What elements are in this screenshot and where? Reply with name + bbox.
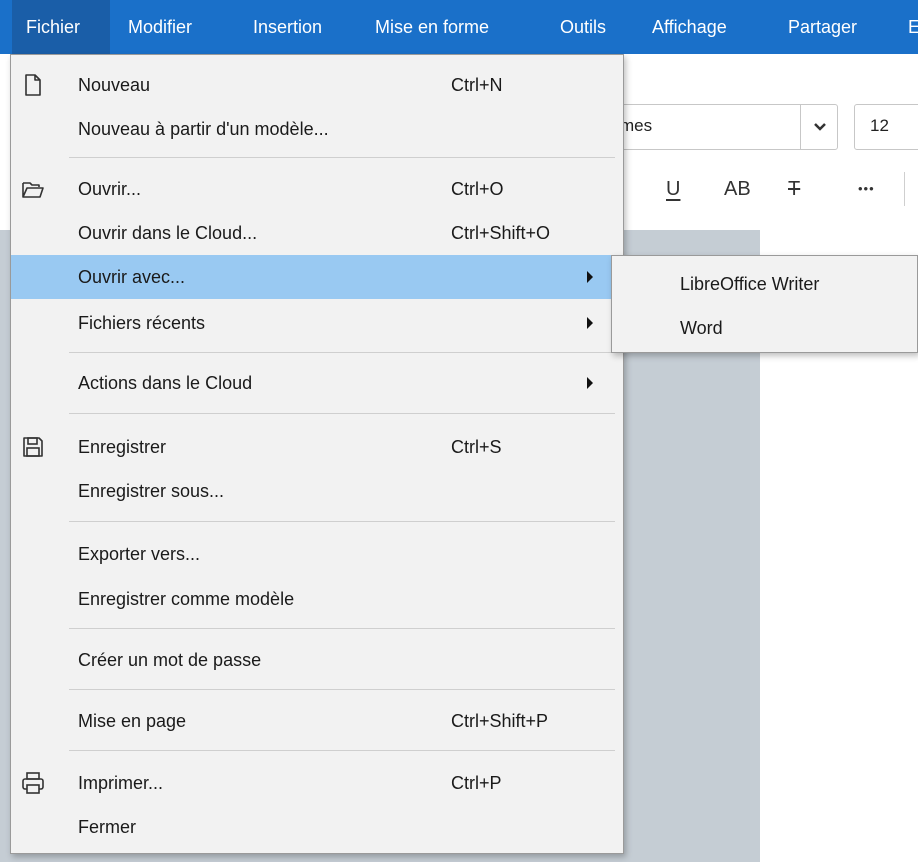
menu-item-enregistrer-modele[interactable]: Enregistrer comme modèle <box>11 577 623 621</box>
menu-item-enregistrer-sous[interactable]: Enregistrer sous... <box>11 469 623 513</box>
menu-item-mot-de-passe[interactable]: Créer un mot de passe <box>11 638 623 682</box>
file-menu-dropdown: Nouveau Ctrl+N Nouveau à partir d'un mod… <box>10 54 624 854</box>
menu-item-ouvrir[interactable]: Ouvrir... Ctrl+O <box>11 167 623 211</box>
open-with-submenu: LibreOffice Writer Word <box>611 255 918 353</box>
save-icon <box>23 437 43 457</box>
menu-item-shortcut: Ctrl+S <box>451 437 502 457</box>
menu-affichage[interactable]: Affichage <box>652 0 727 54</box>
menu-item-ouvrir-avec[interactable]: Ouvrir avec... <box>11 255 623 299</box>
menu-separator <box>69 157 615 158</box>
menu-item-mise-en-page[interactable]: Mise en page Ctrl+Shift+P <box>11 699 623 743</box>
printer-icon <box>22 772 44 794</box>
menu-truncated[interactable]: E <box>908 0 918 54</box>
strikethrough-button[interactable]: T <box>788 174 800 204</box>
menu-item-imprimer[interactable]: Imprimer... Ctrl+P <box>11 761 623 805</box>
menu-item-shortcut: Ctrl+P <box>451 773 502 793</box>
menu-separator <box>69 628 615 629</box>
submenu-arrow-icon <box>587 377 593 389</box>
menu-item-fermer[interactable]: Fermer <box>11 805 623 849</box>
menu-mise-en-forme[interactable]: Mise en forme <box>375 0 489 54</box>
menu-bar: Fichier Modifier Insertion Mise en forme… <box>0 0 918 54</box>
submenu-arrow-icon <box>587 271 593 283</box>
menu-item-label: Créer un mot de passe <box>78 650 262 670</box>
menu-item-nouveau-modele[interactable]: Nouveau à partir d'un modèle... <box>11 107 623 151</box>
menu-item-label: Fichiers récents <box>78 313 206 333</box>
menu-item-actions-cloud[interactable]: Actions dans le Cloud <box>11 361 623 405</box>
menu-item-fichiers-recents[interactable]: Fichiers récents <box>11 301 623 345</box>
menu-item-enregistrer[interactable]: Enregistrer Ctrl+S <box>11 425 623 469</box>
font-size-value: 12 <box>870 116 889 135</box>
menu-item-shortcut: Ctrl+O <box>451 179 504 199</box>
menu-item-ouvrir-cloud[interactable]: Ouvrir dans le Cloud... Ctrl+Shift+O <box>11 211 623 255</box>
menu-item-label: Fermer <box>78 817 136 837</box>
menu-item-label: Actions dans le Cloud <box>78 373 253 393</box>
chevron-down-icon[interactable] <box>800 104 838 150</box>
submenu-arrow-icon <box>587 317 593 329</box>
submenu-item-word[interactable]: Word <box>612 306 917 350</box>
menu-item-shortcut: Ctrl+N <box>451 75 503 95</box>
menu-item-label: Imprimer... <box>78 773 164 793</box>
menu-insertion[interactable]: Insertion <box>253 0 322 54</box>
toolbar-divider <box>904 172 905 206</box>
menu-modifier[interactable]: Modifier <box>128 0 192 54</box>
menu-item-shortcut: Ctrl+Shift+P <box>451 711 549 731</box>
submenu-item-label: Word <box>680 318 723 338</box>
menu-fichier[interactable]: Fichier <box>12 0 110 54</box>
menu-item-shortcut: Ctrl+Shift+O <box>451 223 551 243</box>
menu-item-label: Exporter vers... <box>78 544 201 564</box>
more-options-button[interactable]: ••• <box>858 174 875 204</box>
menu-partager[interactable]: Partager <box>788 0 857 54</box>
menu-item-label: Ouvrir dans le Cloud... <box>78 223 258 243</box>
menu-item-label: Ouvrir... <box>78 179 142 199</box>
menu-item-nouveau[interactable]: Nouveau Ctrl+N <box>11 63 623 107</box>
menu-outils[interactable]: Outils <box>560 0 606 54</box>
menu-item-exporter[interactable]: Exporter vers... <box>11 532 623 576</box>
app-window: Fichier Modifier Insertion Mise en forme… <box>0 0 918 862</box>
menu-item-label: Enregistrer sous... <box>78 481 225 501</box>
font-name-value: mes <box>620 116 653 135</box>
menu-item-label: Ouvrir avec... <box>78 267 186 287</box>
menu-item-label: Mise en page <box>78 711 187 731</box>
open-folder-icon <box>22 182 44 198</box>
menu-separator <box>69 689 615 690</box>
submenu-item-label: LibreOffice Writer <box>680 274 820 294</box>
menu-separator <box>69 521 615 522</box>
submenu-item-libreoffice-writer[interactable]: LibreOffice Writer <box>612 262 917 306</box>
menu-separator <box>69 750 615 751</box>
caps-button[interactable]: AB <box>724 174 751 204</box>
menu-item-label: Nouveau à partir d'un modèle... <box>78 119 329 139</box>
underline-button[interactable]: U <box>666 174 680 204</box>
menu-item-label: Enregistrer <box>78 437 167 457</box>
menu-separator <box>69 413 615 414</box>
menu-item-label: Nouveau <box>78 75 151 95</box>
menu-item-label: Enregistrer comme modèle <box>78 589 295 609</box>
new-document-icon <box>25 74 41 96</box>
menu-separator <box>69 352 615 353</box>
